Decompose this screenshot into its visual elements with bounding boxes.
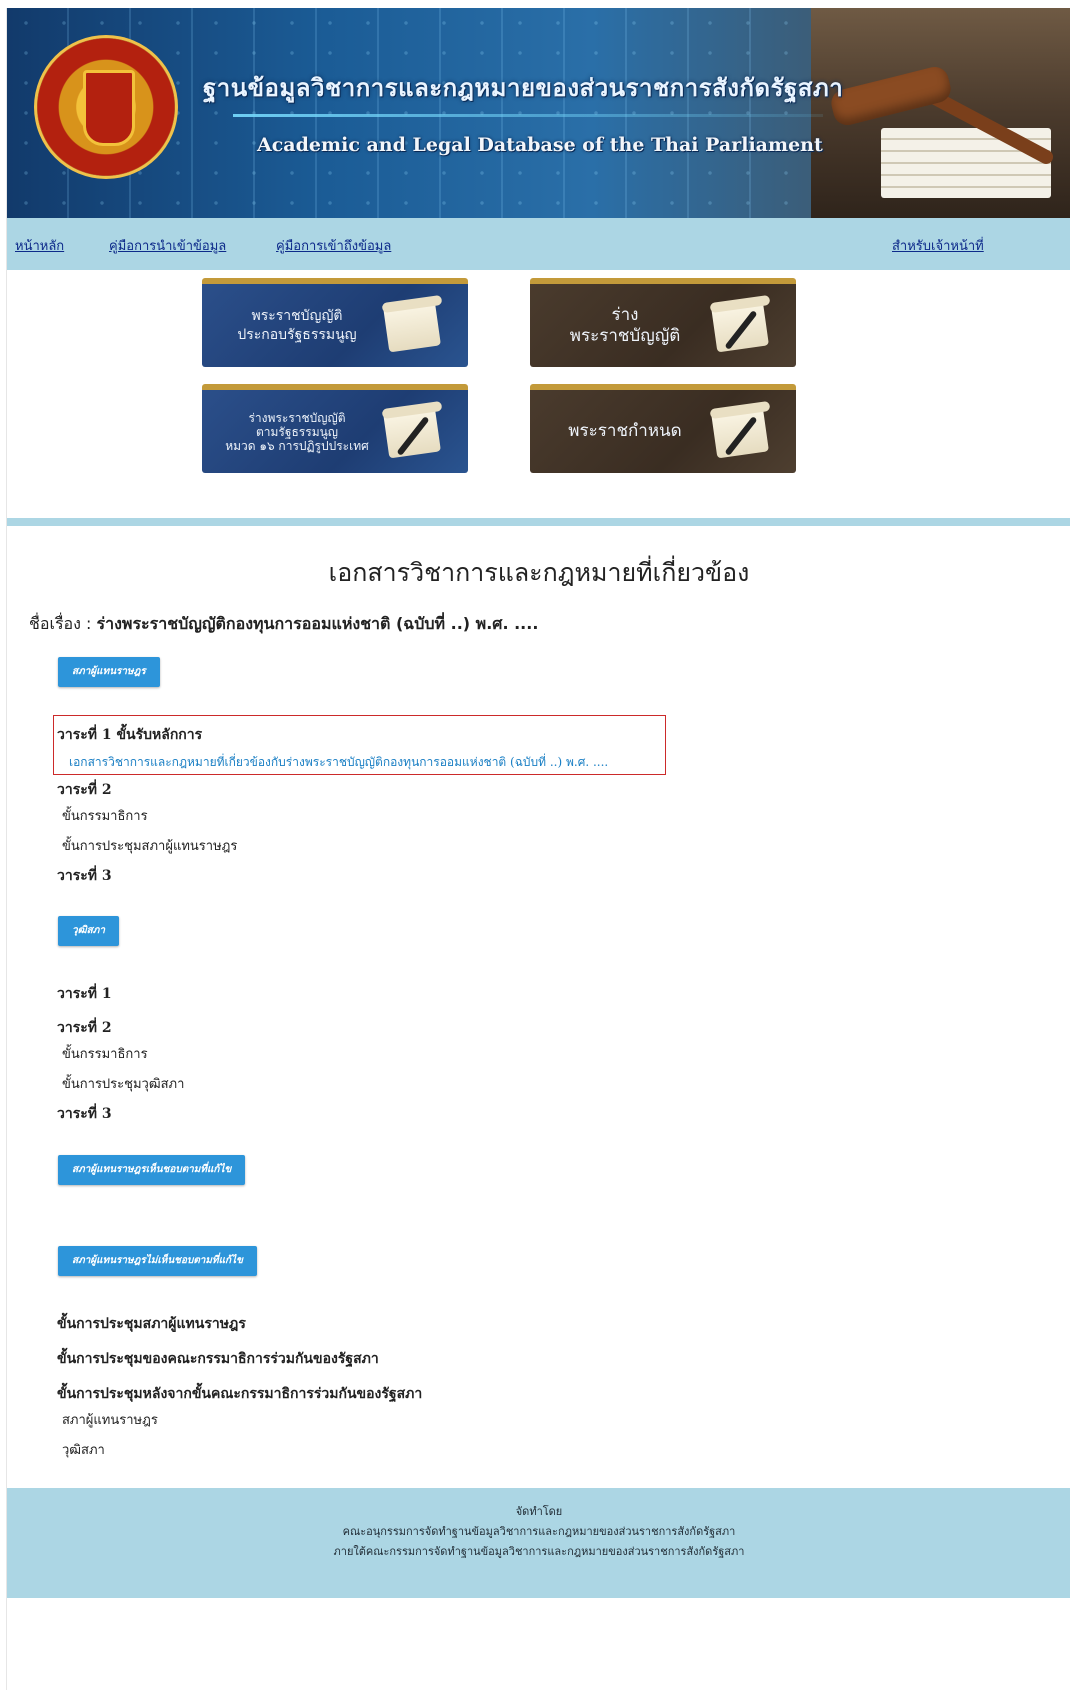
house-reading2-heading: วาระที่ 2: [57, 782, 112, 798]
header-banner: ฐานข้อมูลวิชาการและกฎหมายของส่วนราชการสั…: [7, 8, 1070, 218]
site-title-thai: ฐานข้อมูลวิชาการและกฎหมายของส่วนราชการสั…: [203, 73, 844, 102]
scroll-pen-icon: [708, 400, 778, 461]
footer-made-by: จัดทำโดย: [515, 1505, 563, 1518]
scroll-pen-icon: [380, 400, 450, 461]
page-title: เอกสารวิชาการและกฎหมายที่เกี่ยวข้อง: [328, 558, 750, 587]
house-reading3-heading: วาระที่ 3: [57, 868, 112, 884]
page-frame: ฐานข้อมูลวิชาการและกฎหมายของส่วนราชการสั…: [6, 8, 1070, 1690]
house-meeting-stage: ขั้นการประชุมสภาผู้แทนราษฎร: [62, 839, 238, 854]
scroll-icon: [380, 294, 450, 355]
subject-line: ชื่อเรื่อง : ร่างพระราชบัญญัติกองทุนการอ…: [29, 612, 538, 637]
tile-label: ร่าง พระราชบัญญัติ: [569, 304, 681, 346]
house-committee-stage: ขั้นกรรมาธิการ: [62, 809, 148, 824]
stage-after-joint-committee-heading: ขั้นการประชุมหลังจากขั้นคณะกรรมาธิการร่ว…: [57, 1386, 423, 1402]
tile-label: ร่างพระราชบัญญัติ ตามรัฐธรรมนูญ หมวด ๑๖ …: [225, 410, 369, 453]
footer-committee: ภายใต้คณะกรรมการจัดทำฐานข้อมูลวิชาการและ…: [333, 1545, 745, 1558]
senate-meeting-stage: ขั้นการประชุมวุฒิสภา: [62, 1077, 185, 1092]
tile-draft-acts[interactable]: ร่าง พระราชบัญญัติ: [530, 278, 796, 367]
senate-reading1-heading: วาระที่ 1: [57, 986, 112, 1002]
tile-label: พระราชกำหนด: [568, 421, 682, 441]
scroll-pen-icon: [708, 294, 778, 355]
senate-reading2-heading: วาระที่ 2: [57, 1020, 112, 1036]
subject-value: ร่างพระราชบัญญัติกองทุนการออมแห่งชาติ (ฉ…: [96, 614, 539, 633]
house-agree-button[interactable]: สภาผู้แทนราษฎรเห็นชอบตามที่แก้ไข: [58, 1155, 246, 1185]
stage-sub-house: สภาผู้แทนราษฎร: [62, 1413, 158, 1428]
tile-label: พระราชบัญญัติ ประกอบรัฐธรรมนูญ: [237, 307, 357, 343]
senate-committee-stage: ขั้นกรรมาธิการ: [62, 1047, 148, 1062]
nav-home-link[interactable]: หน้าหลัก: [15, 235, 64, 256]
nav-bar: หน้าหลัก คู่มือการนำเข้าข้อมูล คู่มือการ…: [7, 218, 1070, 270]
tile-royal-decrees[interactable]: พระราชกำหนด: [530, 384, 796, 473]
tile-reform-draft-acts[interactable]: ร่างพระราชบัญญัติ ตามรัฐธรรมนูญ หมวด ๑๖ …: [202, 384, 468, 473]
senate-reading3-heading: วาระที่ 3: [57, 1106, 112, 1122]
site-title-english: Academic and Legal Database of the Thai …: [257, 134, 823, 156]
house-reading1-heading: วาระที่ 1 ขั้นรับหลักการ: [57, 727, 203, 743]
footer-subcommittee: คณะอนุกรรมการจัดทำฐานข้อมูลวิชาการและกฎห…: [342, 1525, 736, 1538]
footer: จัดทำโดย คณะอนุกรรมการจัดทำฐานข้อมูลวิชา…: [7, 1488, 1070, 1598]
stage-sub-senate: วุฒิสภา: [62, 1443, 105, 1458]
nav-staff-link[interactable]: สำหรับเจ้าหน้าที่: [892, 235, 984, 256]
subject-label: ชื่อเรื่อง :: [29, 614, 97, 633]
house-of-representatives-button[interactable]: สภาผู้แทนราษฎร: [58, 657, 160, 687]
house-reading1-doc-link[interactable]: เอกสารวิชาการและกฎหมายที่เกี่ยวข้องกับร่…: [69, 753, 608, 772]
section-divider: [7, 518, 1070, 526]
parliament-emblem-logo: [37, 38, 175, 176]
nav-input-guide-link[interactable]: คู่มือการนำเข้าข้อมูล: [109, 235, 226, 256]
stage-house-meeting-heading: ขั้นการประชุมสภาผู้แทนราษฎร: [57, 1316, 246, 1332]
tile-organic-acts[interactable]: พระราชบัญญัติ ประกอบรัฐธรรมนูญ: [202, 278, 468, 367]
stage-joint-committee-heading: ขั้นการประชุมของคณะกรรมาธิการร่วมกันของร…: [57, 1351, 379, 1367]
nav-access-guide-link[interactable]: คู่มือการเข้าถึงข้อมูล: [276, 235, 391, 256]
house-disagree-button[interactable]: สภาผู้แทนราษฎรไม่เห็นชอบตามที่แก้ไข: [58, 1246, 257, 1276]
senate-button[interactable]: วุฒิสภา: [58, 916, 119, 946]
